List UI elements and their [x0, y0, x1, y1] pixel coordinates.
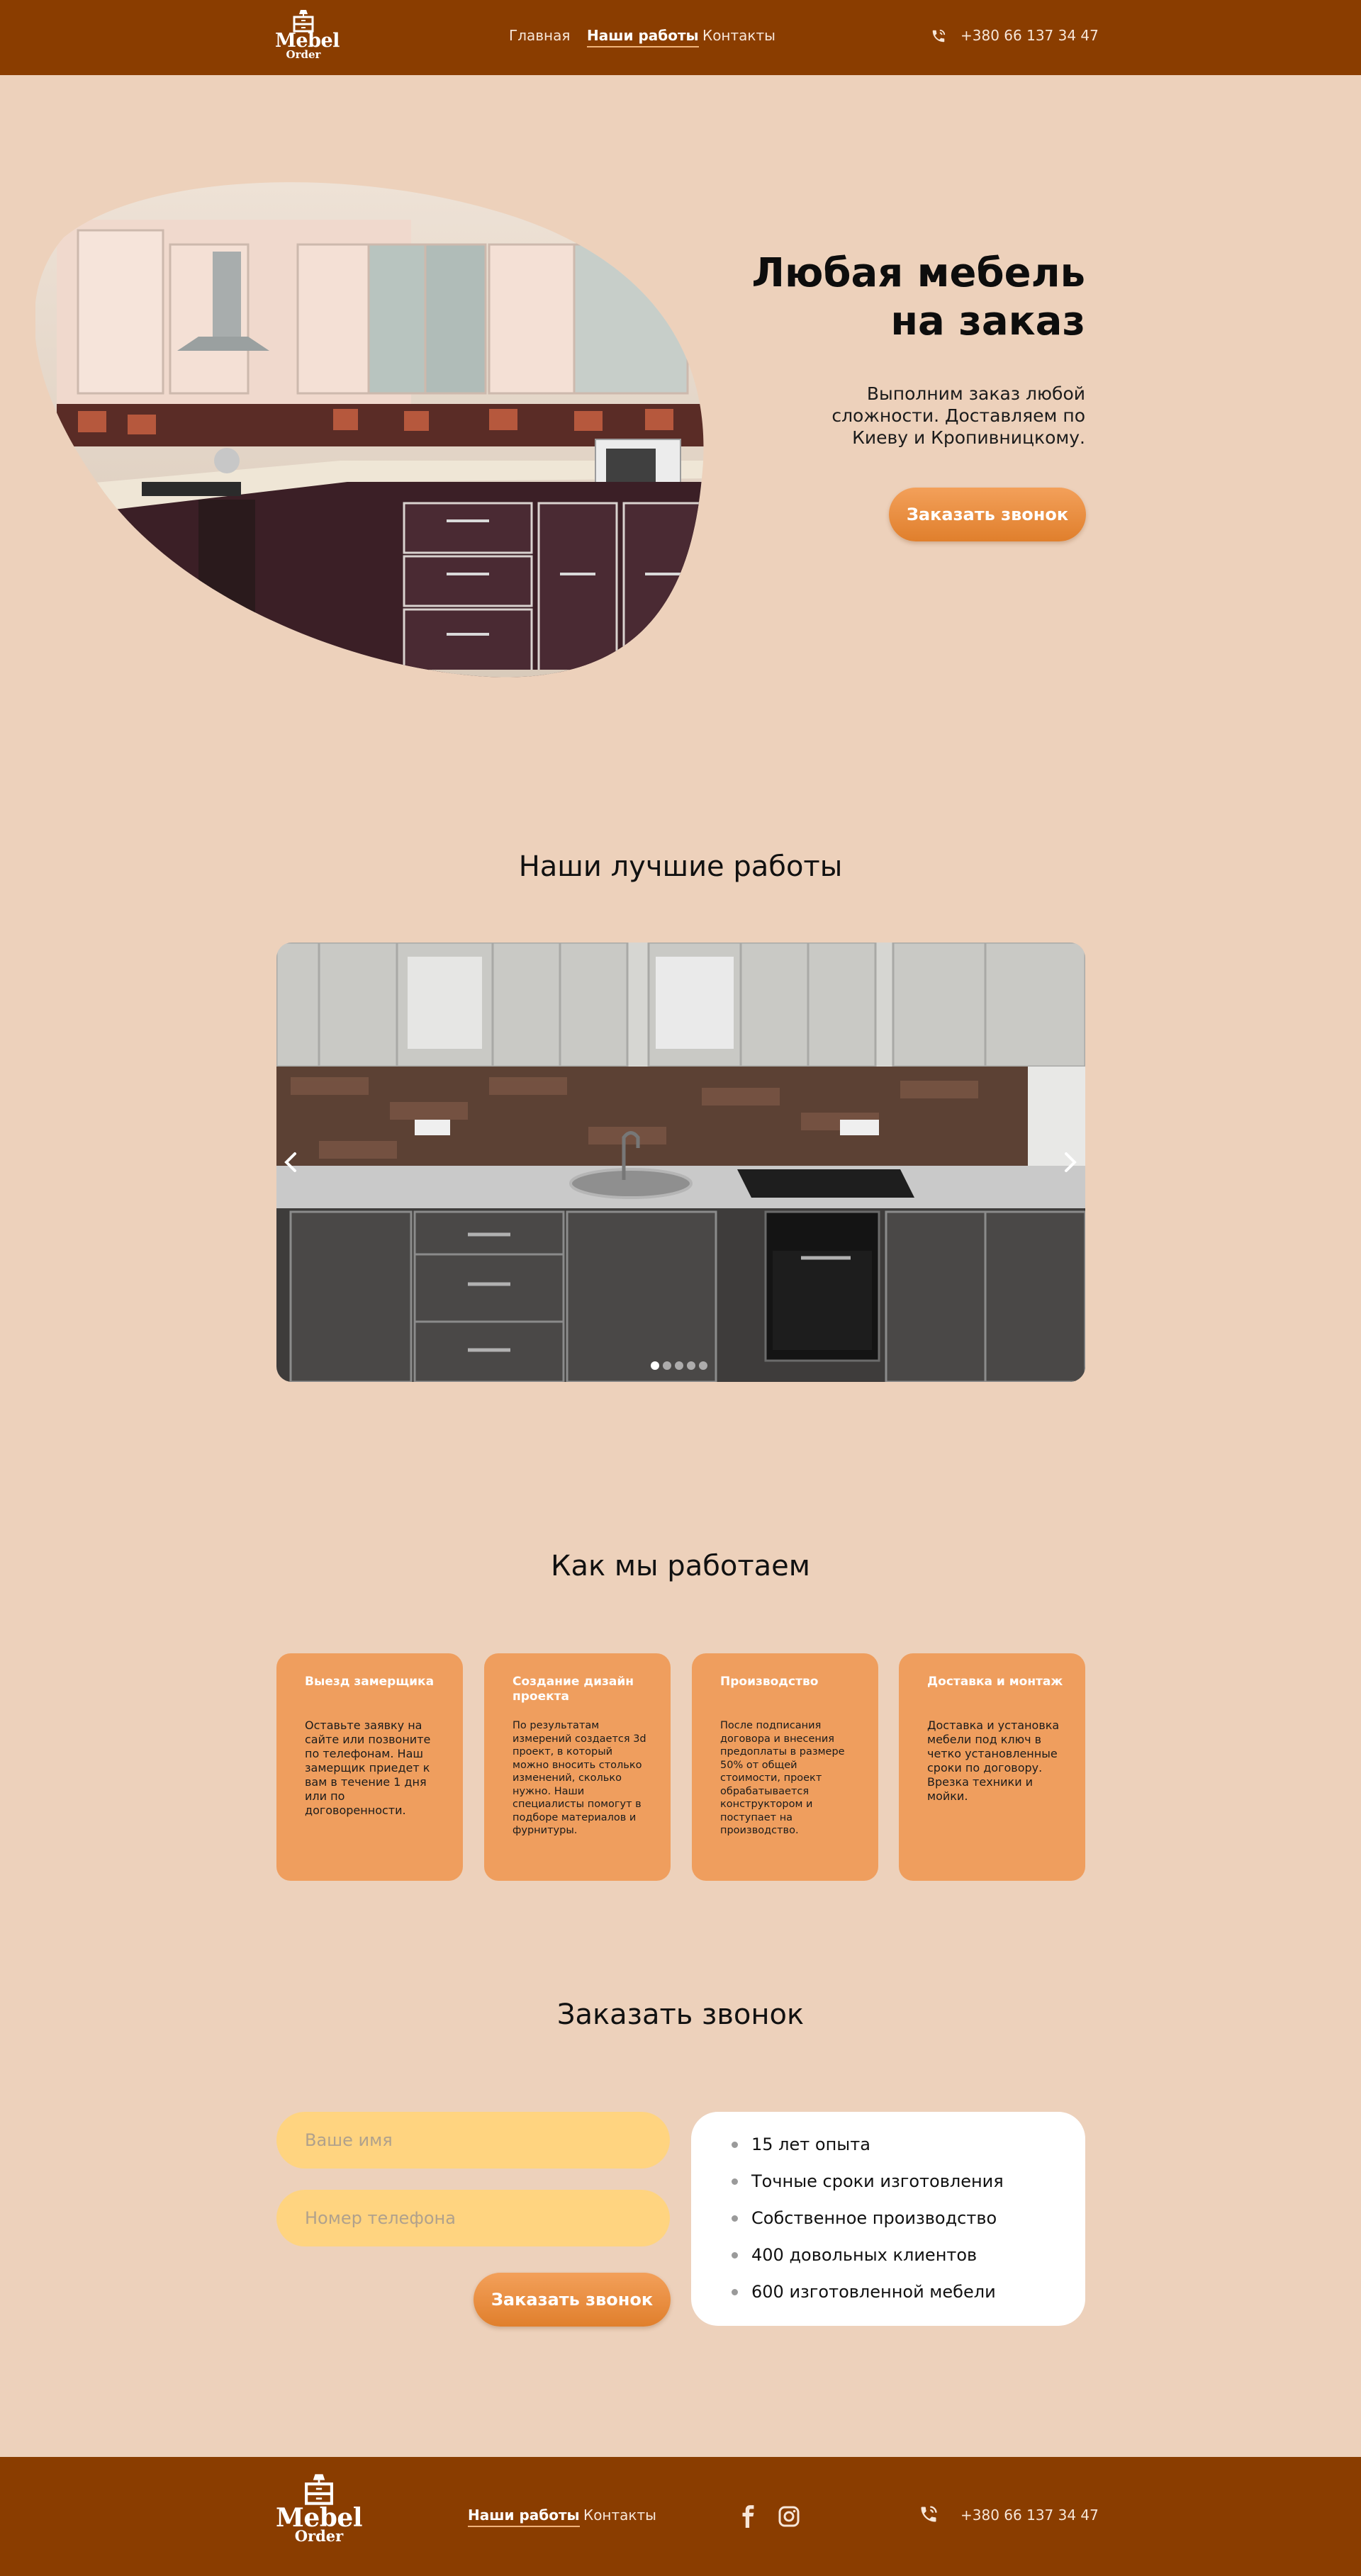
footer-phone[interactable]: +380 66 137 34 47 [960, 2507, 1099, 2524]
benefits-panel: 15 лет опыта Точные сроки изготовления С… [691, 2112, 1085, 2326]
logo-word-1: Mebel [275, 2503, 363, 2533]
process-card-delivery: Доставка и монтаж Доставка и установка м… [899, 1653, 1085, 1881]
dresser-logo-icon [293, 10, 314, 33]
hero-title-line-2: на заказ [890, 298, 1085, 344]
header-phone[interactable]: +380 66 137 34 47 [960, 27, 1099, 44]
process-card-design: Создание дизайн проекта По результатам и… [484, 1653, 671, 1881]
benefit-item: 600 изготовленной мебели [751, 2282, 996, 2302]
benefit-item: 400 довольных клиентов [751, 2245, 978, 2265]
slider-dot[interactable] [675, 1361, 683, 1370]
bullet-icon [732, 2142, 738, 2148]
nav-item-contacts[interactable]: Контакты [702, 27, 775, 44]
benefit-item: Точные сроки изготовления [751, 2171, 1004, 2191]
callback-submit-button[interactable]: Заказать звонок [474, 2273, 671, 2327]
dresser-logo-icon [305, 2474, 333, 2505]
process-card-title: Выезд замерщика [305, 1675, 435, 1689]
callback-section-title: Заказать звонок [556, 1998, 805, 2031]
slider-dot[interactable] [687, 1361, 695, 1370]
footer-logo[interactable]: Mebel Order [273, 2471, 365, 2543]
works-slide-image [276, 943, 1085, 1382]
bullet-icon [732, 2289, 738, 2295]
hero-order-call-button[interactable]: Заказать звонок [889, 488, 1086, 541]
slider-dot[interactable] [699, 1361, 707, 1370]
logo-word-1: Mebel [275, 30, 340, 52]
process-card-text: Оставьте заявку на сайте или позвоните п… [305, 1719, 431, 1817]
process-card-title: Доставка и монтаж [927, 1675, 1063, 1689]
works-section-title: Наши лучшие работы [518, 850, 843, 883]
bullet-icon [732, 2215, 738, 2222]
slider-dot[interactable] [651, 1361, 659, 1370]
nav-item-home[interactable]: Главная [509, 27, 570, 44]
instagram-icon[interactable] [778, 2505, 800, 2528]
bullet-icon [732, 2252, 738, 2259]
hero-subtitle: Выполним заказ любой сложности. Доставля… [831, 383, 1085, 448]
header-logo[interactable]: Mebel Order [275, 9, 340, 60]
process-card-title: Создание дизайн проекта [513, 1675, 634, 1704]
benefit-item: 15 лет опыта [751, 2135, 870, 2154]
phone-input[interactable] [276, 2190, 670, 2246]
slider-prev-arrow-icon[interactable] [278, 1148, 306, 1176]
benefit-item: Собственное производство [751, 2208, 997, 2228]
phone-icon [921, 2506, 937, 2522]
process-card-text: По результатам измерений создается 3d пр… [513, 1720, 646, 1836]
slider-next-arrow-icon[interactable] [1055, 1148, 1083, 1176]
footer-link-contacts[interactable]: Контакты [583, 2507, 656, 2524]
slider-pagination [651, 1359, 711, 1373]
process-section-title: Как мы работаем [551, 1550, 810, 1582]
bullet-icon [732, 2178, 738, 2185]
phone-icon [932, 29, 946, 43]
process-card-measure: Выезд замерщика Оставьте заявку на сайте… [276, 1653, 463, 1881]
name-input[interactable] [276, 2112, 670, 2169]
site-footer [0, 2457, 1361, 2576]
process-card-text: После подписания договора и внесения пре… [720, 1720, 845, 1836]
facebook-icon[interactable] [739, 2504, 758, 2529]
slider-dot[interactable] [663, 1361, 671, 1370]
nav-item-works[interactable]: Наши работы [587, 27, 699, 47]
hero-title-line-1: Любая мебель [751, 250, 1085, 296]
hero-title: Любая мебель на заказ [660, 249, 1085, 346]
footer-link-works[interactable]: Наши работы [468, 2507, 580, 2527]
process-card-production: Производство После подписания договора и… [692, 1653, 878, 1881]
hero-kitchen-image [35, 182, 704, 677]
process-card-title: Производство [720, 1675, 819, 1689]
process-card-text: Доставка и установка мебели под ключ в ч… [927, 1719, 1060, 1803]
